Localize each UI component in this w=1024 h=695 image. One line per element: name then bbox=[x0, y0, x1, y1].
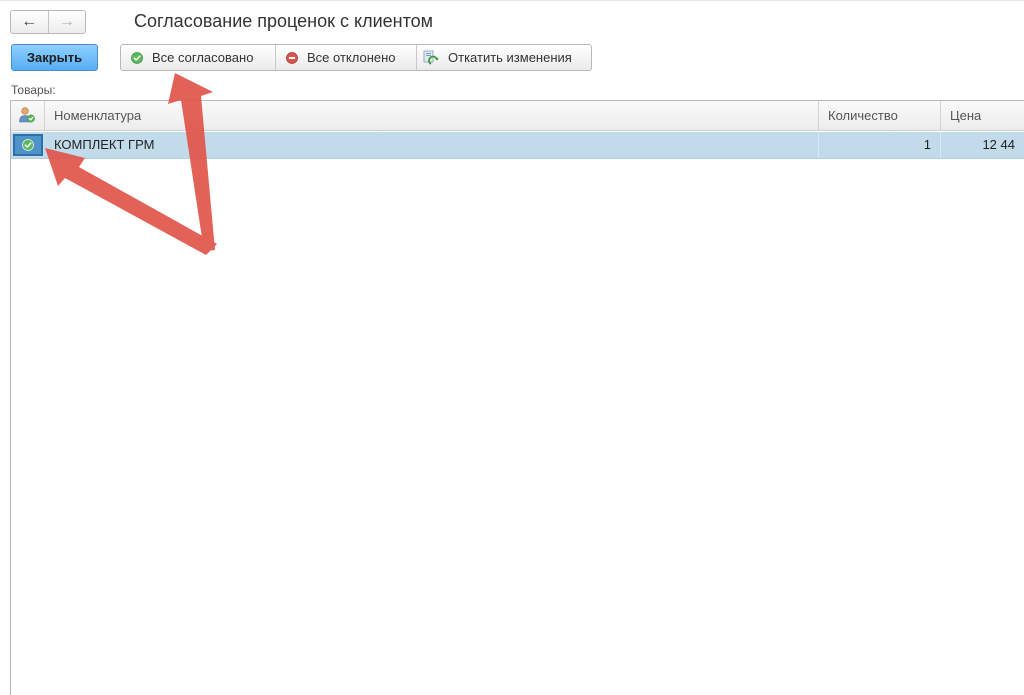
price-column-header[interactable]: Цена bbox=[941, 101, 1024, 130]
red-minus-icon bbox=[286, 51, 298, 64]
nomenclature-column-header[interactable]: Номенклатура bbox=[45, 101, 819, 130]
arrow-left-icon: ← bbox=[21, 13, 38, 30]
table-row[interactable]: КОМПЛЕКТ ГРМ 1 12 44 bbox=[11, 132, 1024, 159]
command-bar: Все согласовано Все отклонено Откатить и… bbox=[120, 44, 592, 71]
navigation-buttons: ← → bbox=[10, 10, 86, 34]
reject-all-button[interactable]: Все отклонено bbox=[275, 45, 416, 70]
approve-all-button[interactable]: Все согласовано bbox=[121, 45, 275, 70]
goods-table[interactable]: Номенклатура Количество Цена КОМПЛЕКТ ГР… bbox=[10, 100, 1024, 695]
forward-button[interactable]: → bbox=[47, 11, 86, 33]
green-check-icon bbox=[131, 51, 143, 64]
quantity-column-header[interactable]: Количество bbox=[819, 101, 941, 130]
reject-all-label: Все отклонено bbox=[307, 50, 396, 65]
window-top-border bbox=[0, 0, 1024, 1]
page-title: Согласование проценок с клиентом bbox=[134, 11, 434, 31]
arrow-right-icon: → bbox=[58, 13, 75, 30]
table-header: Номенклатура Количество Цена bbox=[11, 101, 1024, 131]
approve-all-label: Все согласовано bbox=[152, 50, 254, 65]
back-button[interactable]: ← bbox=[11, 11, 48, 33]
rollback-icon bbox=[423, 50, 439, 66]
goods-section-label: Товары: bbox=[11, 83, 56, 97]
rollback-changes-label: Откатить изменения bbox=[448, 50, 572, 65]
nomenclature-cell[interactable]: КОМПЛЕКТ ГРМ bbox=[45, 132, 819, 158]
price-cell[interactable]: 12 44 bbox=[941, 132, 1024, 158]
green-check-icon bbox=[22, 139, 34, 151]
quantity-cell[interactable]: 1 bbox=[819, 132, 941, 158]
rollback-changes-button[interactable]: Откатить изменения bbox=[416, 45, 591, 70]
person-check-icon bbox=[18, 107, 36, 127]
row-status-cell[interactable] bbox=[13, 134, 43, 156]
close-button[interactable]: Закрыть bbox=[11, 44, 98, 71]
status-column-header[interactable] bbox=[11, 101, 45, 130]
